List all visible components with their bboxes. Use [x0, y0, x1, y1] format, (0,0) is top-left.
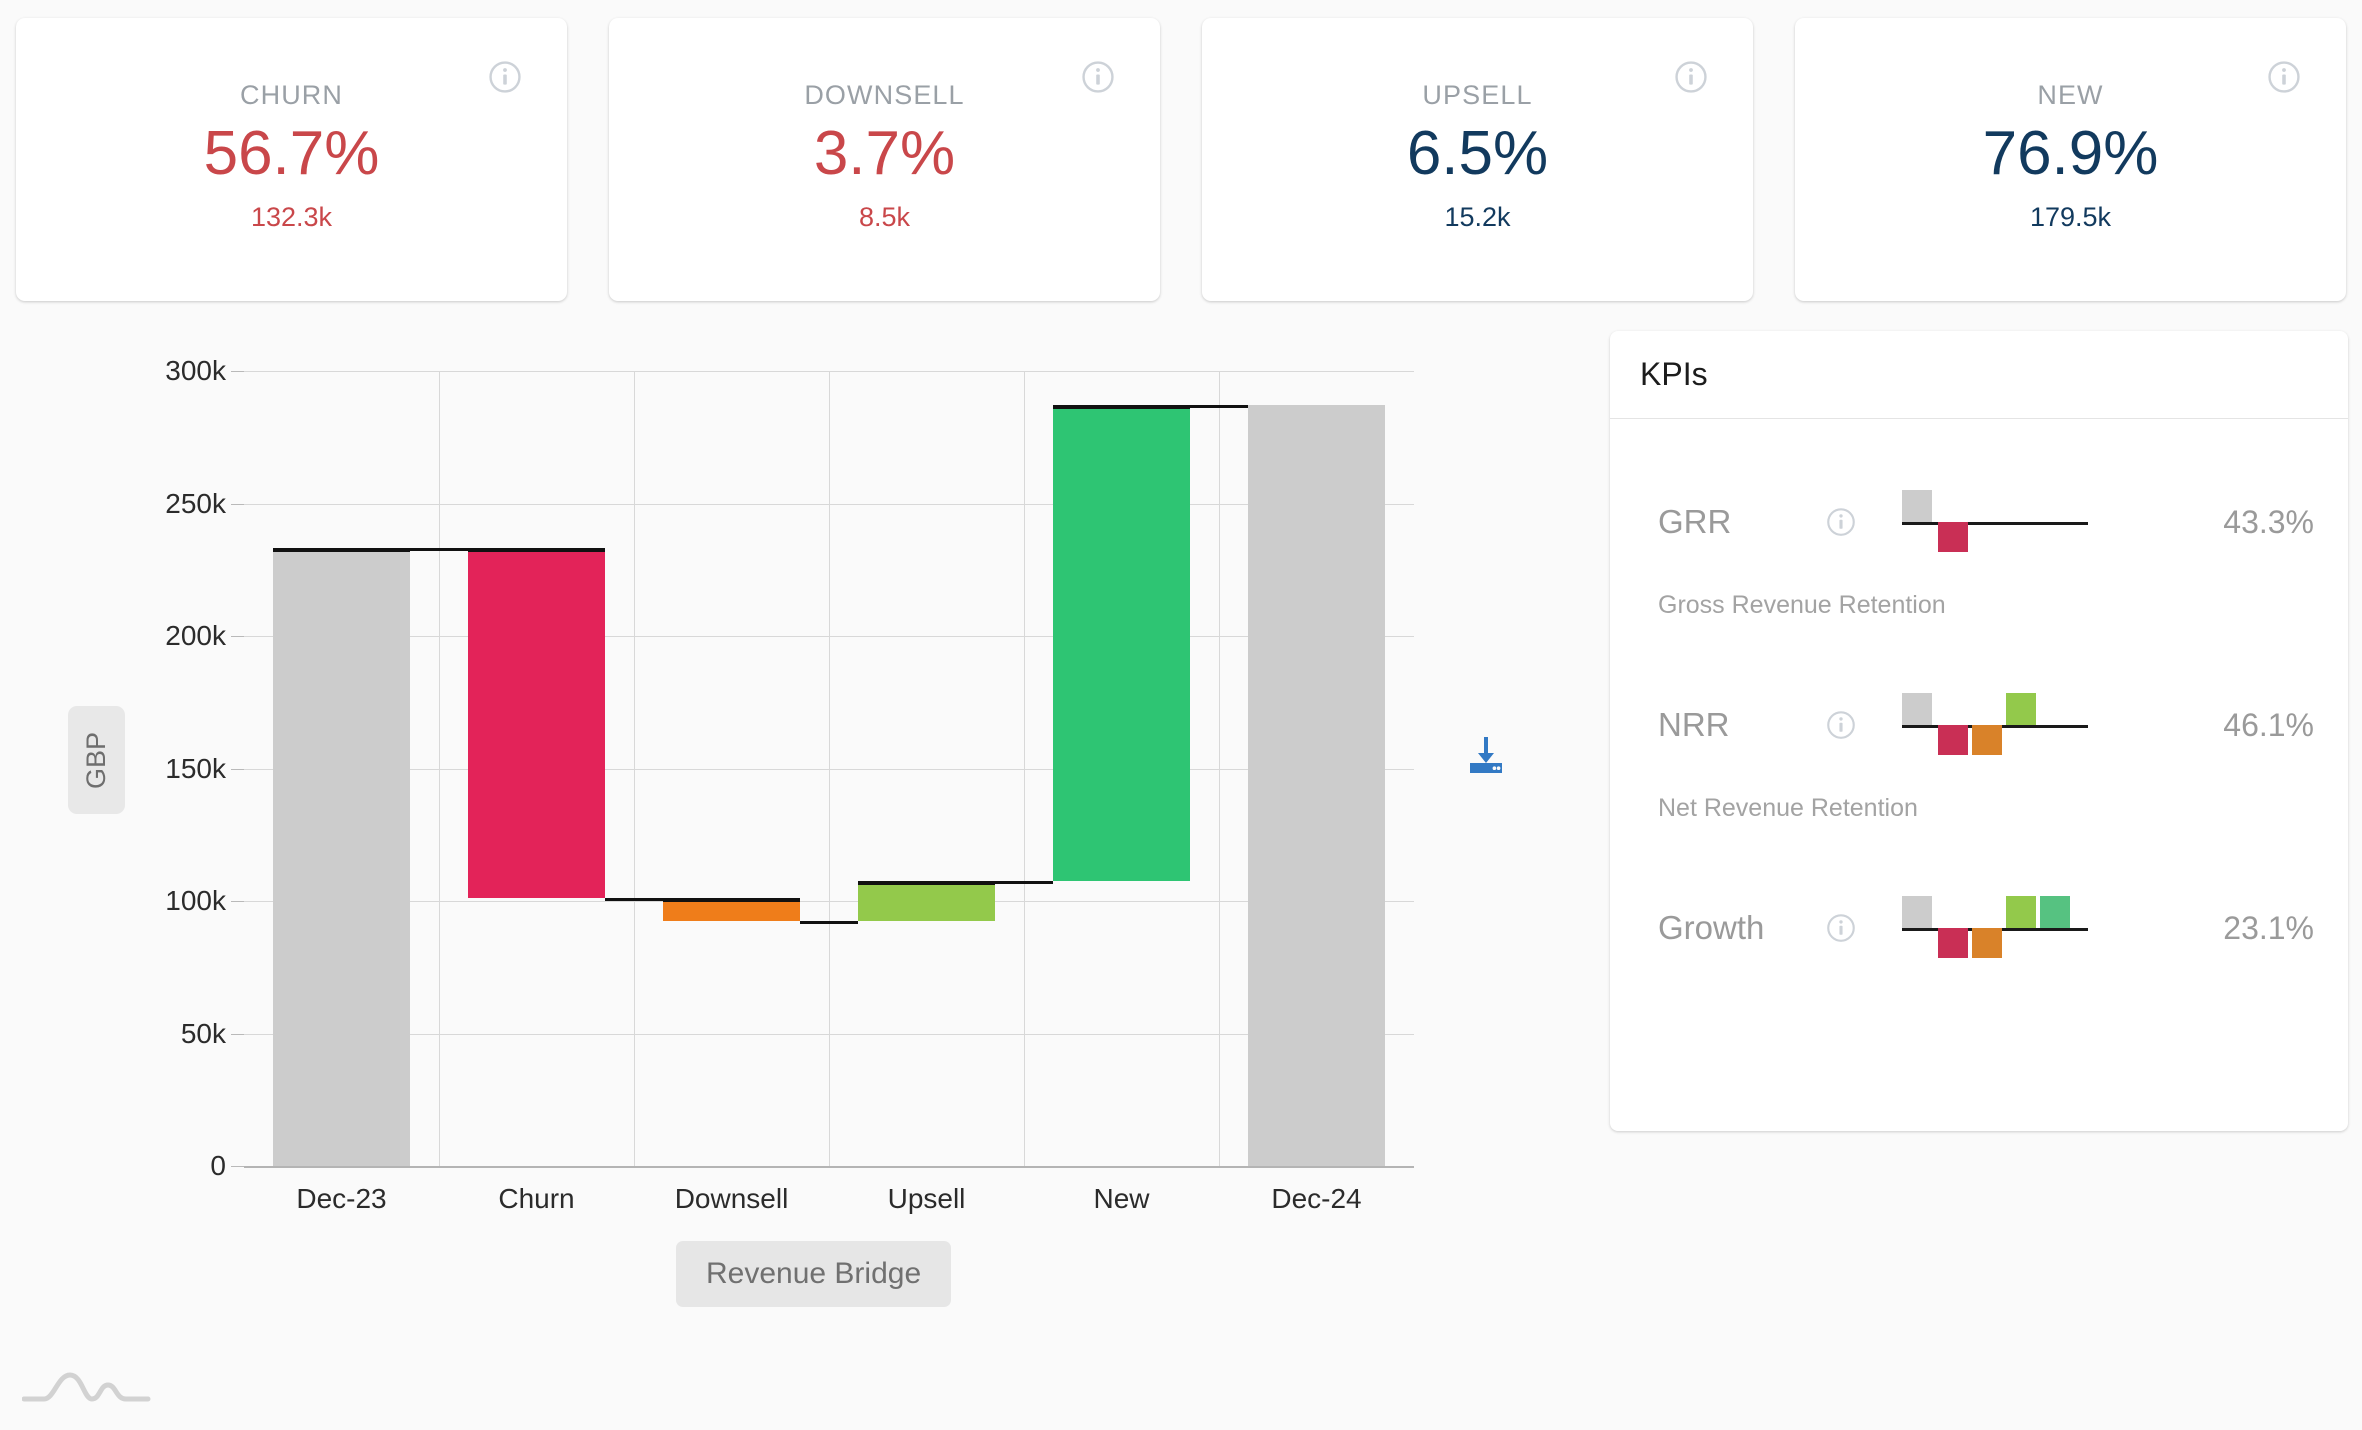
kpi-row-nrr: NRR 46.1% [1610, 682, 2348, 768]
currency-axis-label-text: GBP [81, 731, 111, 789]
kpi-row-label: Growth [1658, 909, 1765, 946]
chart-y-axis-tick: 0 [210, 1150, 244, 1182]
sparkline-bar [1902, 490, 1932, 522]
kpi-card-value: 76.9% [1982, 119, 2159, 188]
chart-y-axis-tick: 200k [165, 620, 244, 652]
kpi-row-label: NRR [1658, 706, 1730, 743]
chart-bar-dec-23[interactable] [273, 547, 410, 1166]
info-icon[interactable] [1826, 710, 1856, 740]
sparkline-baseline [1902, 522, 2088, 525]
chart-y-axis-tick: 300k [165, 355, 244, 387]
kpi-row-grr: GRR 43.3% [1610, 479, 2348, 565]
kpi-card-value: 56.7% [203, 119, 380, 188]
chart-bar-downsell[interactable] [663, 898, 800, 921]
kpi-row-percent: 46.1% [2223, 706, 2314, 743]
revenue-bridge-button[interactable]: Revenue Bridge [676, 1241, 952, 1307]
kpi-card-value: 3.7% [813, 119, 956, 188]
kpi-card-title: CHURN [240, 80, 343, 110]
chart-y-axis-tick: 100k [165, 885, 244, 917]
kpi-row-description: Net Revenue Retention [1658, 794, 1918, 822]
kpi-row-growth: Growth 23.1% [1610, 885, 2348, 971]
chart-connector-line [799, 920, 859, 924]
chart-y-axis-tick: 150k [165, 753, 244, 785]
chart-connector-line [409, 547, 469, 551]
info-icon[interactable] [1826, 507, 1856, 537]
sparkline-bar [1938, 928, 1968, 958]
kpi-card-title: NEW [2037, 80, 2104, 110]
kpi-card-new: NEW 76.9% 179.5k [1795, 18, 2346, 301]
kpi-card-subvalue: 132.3k [250, 201, 333, 232]
kpi-card-row: CHURN 56.7% 132.3k DOWNSELL 3.7% 8.5k UPSELL 6.… [0, 0, 2362, 301]
chart-x-axis-tick: Downsell [674, 1183, 789, 1214]
kpi-card-downsell: DOWNSELL 3.7% 8.5k [609, 18, 1160, 301]
chart-bar-churn[interactable] [468, 547, 605, 899]
kpi-card-title: DOWNSELL [804, 80, 965, 110]
kpi-row-description: Gross Revenue Retention [1658, 591, 1946, 619]
kpi-row-spacer [1610, 971, 2348, 1033]
chart-bar-dec-24[interactable] [1248, 404, 1385, 1166]
kpi-card-subvalue: 8.5k [858, 201, 911, 232]
chart-bar-upsell[interactable] [858, 880, 995, 921]
wave-logo-icon [21, 1363, 154, 1409]
sparkline-bar [1902, 693, 1932, 725]
info-icon[interactable] [2267, 60, 2301, 94]
chart-x-axis-tick: Churn [498, 1183, 575, 1214]
kpi-card-value: 6.5% [1406, 119, 1549, 188]
sparkline-bar [2006, 693, 2036, 725]
chart-x-axis-tick: New [1093, 1183, 1150, 1214]
sparkline-bar [1938, 522, 1968, 552]
kpi-row-percent: 43.3% [2223, 503, 2314, 540]
kpi-card-upsell: UPSELL 6.5% 15.2k [1202, 18, 1753, 301]
chart-plot-area: 0 50k 100k 150k 200k 250k 300k Dec-23 Churn Downs… [165, 355, 1414, 1214]
info-icon[interactable] [488, 60, 522, 94]
kpi-sparkline [1896, 682, 2118, 768]
info-icon[interactable] [1826, 913, 1856, 943]
sparkline-bar [1972, 725, 2002, 755]
chart-connector-line [1189, 404, 1249, 408]
kpi-card-title: UPSELL [1422, 80, 1533, 110]
sparkline-bar [1902, 896, 1932, 928]
kpi-row-spacer [1610, 823, 2348, 885]
kpi-sparkline [1896, 479, 2118, 565]
kpi-row-label: GRR [1658, 503, 1732, 540]
sparkline-bar [1972, 928, 2002, 958]
chart-connector-line [604, 898, 664, 902]
chart-y-axis-tick: 50k [181, 1018, 245, 1050]
chart-gridline-vertical [1024, 371, 1025, 1166]
kpi-card-churn: CHURN 56.7% 132.3k [16, 18, 567, 301]
kpis-panel: KPIs GRR 43.3% Gross Revenue Retention NRR 4… [1610, 331, 2348, 1131]
kpi-row-spacer [1610, 620, 2348, 682]
chart-gridline-horizontal [244, 1166, 1414, 1168]
kpi-row-percent: 23.1% [2223, 909, 2314, 946]
kpis-panel-body: GRR 43.3% Gross Revenue Retention NRR 46.1% N… [1610, 419, 2348, 1033]
chart-y-axis-tick: 250k [165, 488, 244, 520]
info-icon[interactable] [1674, 60, 1708, 94]
chart-gridline-vertical [829, 371, 830, 1166]
kpi-card-subvalue: 179.5k [2029, 201, 2112, 232]
kpi-sparkline [1896, 885, 2118, 971]
currency-axis-label: GBP [68, 706, 125, 814]
chart-gridline-vertical [439, 371, 440, 1166]
sparkline-bar [1938, 725, 1968, 755]
chart-gridline-vertical [1219, 371, 1220, 1166]
chart-connector-line [994, 880, 1054, 884]
sparkline-bar [2040, 896, 2070, 928]
revenue-bridge-chart: GBP 0 50k 100k 150k 200k 250k 300k Dec-23 Churn D… [16, 355, 1446, 1321]
chart-bar-new[interactable] [1053, 404, 1190, 881]
sparkline-bar [2006, 896, 2036, 928]
chart-x-axis-tick: Upsell [887, 1183, 966, 1214]
chart-x-axis-tick: Dec-23 [296, 1183, 387, 1214]
main-content: GBP 0 50k 100k 150k 200k 250k 300k Dec-23 Churn D… [0, 301, 2362, 1421]
info-icon[interactable] [1081, 60, 1115, 94]
chart-x-axis-tick: Dec-24 [1271, 1183, 1362, 1214]
kpi-card-subvalue: 15.2k [1444, 201, 1511, 232]
chart-gridline-vertical [634, 371, 635, 1166]
download-icon[interactable] [1462, 733, 1510, 781]
kpis-panel-title: KPIs [1610, 331, 2348, 419]
